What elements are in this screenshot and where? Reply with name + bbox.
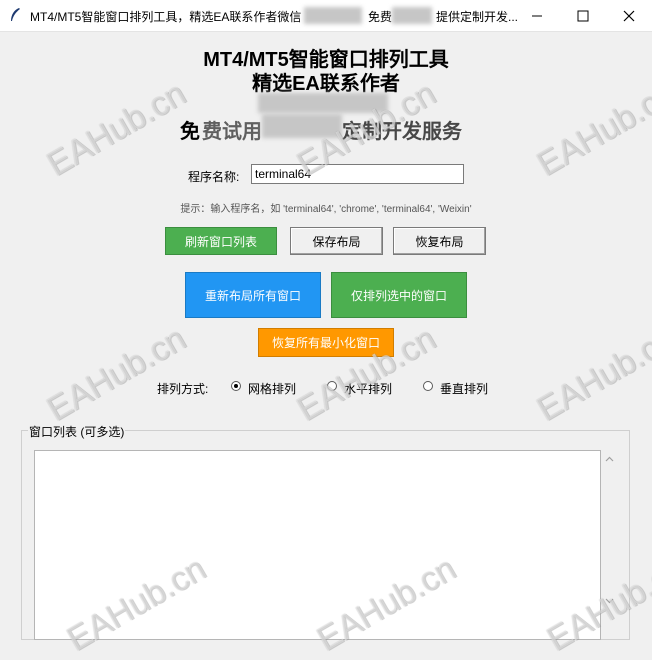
refresh-window-list-button[interactable]: 刷新窗口列表 bbox=[165, 227, 277, 255]
window-list-title: 窗口列表 (可多选) bbox=[28, 423, 126, 440]
window-title-tail-1: 免费 bbox=[368, 10, 393, 24]
window-title-tail-2: 提供定制开发... bbox=[436, 10, 519, 24]
listbox-scrollbar[interactable] bbox=[601, 450, 618, 610]
arrange-selected-windows-button[interactable]: 仅排列选中的窗口 bbox=[331, 272, 467, 318]
minimize-button[interactable] bbox=[514, 0, 560, 31]
arrange-mode-label: 排列方式: bbox=[157, 382, 209, 396]
app-subheading: 精选EA联系作者 bbox=[252, 73, 400, 95]
watermark: EAHub.cn bbox=[40, 319, 193, 429]
title-redaction bbox=[304, 7, 362, 24]
radio-vertical[interactable] bbox=[423, 381, 433, 391]
contact-redaction bbox=[258, 93, 388, 113]
heading-custom-service: 定制开发服务 bbox=[342, 121, 462, 143]
scroll-down-icon[interactable] bbox=[605, 596, 614, 605]
window-listbox[interactable] bbox=[34, 450, 601, 640]
maximize-icon bbox=[577, 10, 589, 22]
radio-horizontal[interactable] bbox=[327, 381, 337, 391]
watermark: EAHub.cn bbox=[530, 319, 652, 429]
title-redaction bbox=[392, 7, 432, 24]
program-name-label: 程序名称: bbox=[188, 170, 240, 184]
close-button[interactable] bbox=[606, 0, 652, 31]
radio-grid-label[interactable]: 网格排列 bbox=[248, 380, 296, 397]
scroll-up-icon[interactable] bbox=[605, 455, 614, 464]
heading-trial: 费试用 bbox=[202, 121, 262, 143]
hint-text: 提示：输入程序名，如 'terminal64', 'chrome', 'term… bbox=[180, 204, 472, 215]
maximize-button[interactable] bbox=[560, 0, 606, 31]
restore-minimized-windows-button[interactable]: 恢复所有最小化窗口 bbox=[258, 328, 394, 357]
minimize-icon bbox=[532, 15, 542, 17]
close-icon bbox=[623, 10, 635, 22]
relayout-all-windows-button[interactable]: 重新布局所有窗口 bbox=[185, 272, 321, 318]
title-bar[interactable]: MT4/MT5智能窗口排列工具，精选EA联系作者微信 免费 提供定制开发... bbox=[0, 0, 652, 32]
restore-layout-button[interactable]: 恢复布局 bbox=[393, 227, 486, 255]
feather-icon bbox=[11, 8, 20, 21]
radio-grid[interactable] bbox=[231, 381, 241, 391]
heading-redaction bbox=[262, 114, 342, 138]
radio-vertical-label[interactable]: 垂直排列 bbox=[440, 380, 488, 397]
program-name-input[interactable] bbox=[251, 164, 464, 184]
heading-free: 免 bbox=[180, 121, 200, 143]
radio-horizontal-label[interactable]: 水平排列 bbox=[344, 380, 392, 397]
save-layout-button[interactable]: 保存布局 bbox=[290, 227, 383, 255]
